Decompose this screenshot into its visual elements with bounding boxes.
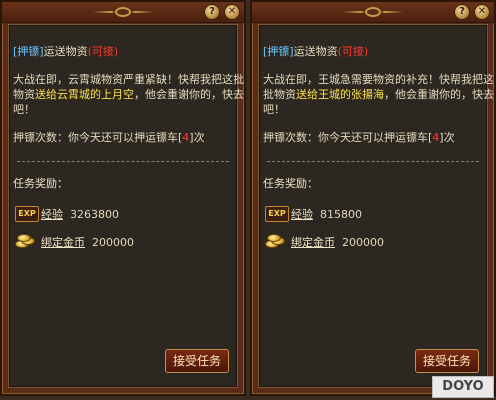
title-ornament bbox=[343, 6, 403, 18]
help-button[interactable]: ? bbox=[204, 4, 220, 20]
quest-status: (可接) bbox=[337, 45, 369, 58]
quest-content: [押镖]运送物资(可接) 大战在即，王城急需要物资的补充！快帮我把这 批物资送给… bbox=[258, 24, 494, 388]
gold-value: 200000 bbox=[92, 236, 134, 249]
divider bbox=[17, 161, 229, 162]
title-ornament bbox=[93, 6, 153, 18]
desc-text: ，他会重谢你的，快去 bbox=[384, 88, 494, 101]
escort-count-line: 押镖次数：你今天还可以押运镖车[4]次 bbox=[13, 131, 205, 144]
quest-desc-line3: 吧！ bbox=[263, 103, 285, 116]
escort-unit: 次 bbox=[443, 131, 455, 144]
panel-titlebar[interactable]: ? ✕ bbox=[2, 2, 244, 23]
exp-value: 3263800 bbox=[70, 208, 119, 221]
escort-count-line: 押镖次数：你今天还可以押运镖车[4]次 bbox=[263, 131, 455, 144]
gold-label[interactable]: 绑定金币 bbox=[291, 236, 335, 249]
gold-reward-line: 绑定金币 200000 bbox=[41, 234, 134, 250]
escort-label: 押镖次数： bbox=[263, 131, 318, 144]
quest-destination: 送给云霄城的上月空 bbox=[35, 88, 134, 101]
quest-desc-line1: 大战在即，云霄城物资严重紧缺！快帮我把这批 bbox=[13, 73, 244, 86]
escort-unit: 次 bbox=[193, 131, 205, 144]
reward-header: 任务奖励： bbox=[263, 177, 318, 190]
gold-reward-line: 绑定金币 200000 bbox=[291, 234, 384, 250]
watermark-logo: DOYO bbox=[432, 376, 494, 398]
escort-label: 押镖次数： bbox=[13, 131, 68, 144]
exp-reward-line: 经验 3263800 bbox=[41, 206, 119, 222]
exp-label[interactable]: 经验 bbox=[41, 208, 63, 221]
gold-coin-icon bbox=[15, 232, 35, 248]
quest-panel-right: ? ✕ [押镖]运送物资(可接) 大战在即，王城急需要物资的补充！快帮我把这 批… bbox=[250, 0, 496, 396]
quest-content: [押镖]运送物资(可接) 大战在即，云霄城物资严重紧缺！快帮我把这批 物资送给云… bbox=[8, 24, 244, 388]
quest-desc-line2: 批物资送给王城的张揚海，他会重谢你的，快去 bbox=[263, 86, 494, 102]
gold-coin-icon bbox=[265, 232, 285, 248]
escort-text: 你今天还可以押运镖车 bbox=[318, 131, 428, 144]
quest-title-line: [押镖]运送物资(可接) bbox=[13, 43, 118, 59]
exp-label[interactable]: 经验 bbox=[291, 208, 313, 221]
escort-text: 你今天还可以押运镖车 bbox=[68, 131, 178, 144]
quest-type-tag: 押镖 bbox=[267, 45, 290, 58]
desc-text: ，他会重谢你的，快去 bbox=[134, 88, 244, 101]
quest-desc-line2: 物资送给云霄城的上月空，他会重谢你的，快去 bbox=[13, 86, 244, 102]
gold-label[interactable]: 绑定金币 bbox=[41, 236, 85, 249]
accept-quest-button[interactable]: 接受任务 bbox=[165, 349, 229, 373]
exp-value: 815800 bbox=[320, 208, 362, 221]
desc-text: 批物资 bbox=[263, 88, 296, 101]
exp-icon: EXP bbox=[265, 206, 289, 222]
exp-reward-line: 经验 815800 bbox=[291, 206, 362, 222]
quest-panel-left: ? ✕ [押镖]运送物资(可接) 大战在即，云霄城物资严重紧缺！快帮我把这批 物… bbox=[0, 0, 246, 396]
quest-desc-line1: 大战在即，王城急需要物资的补充！快帮我把这 bbox=[263, 73, 494, 86]
accept-quest-button[interactable]: 接受任务 bbox=[415, 349, 479, 373]
quest-status: (可接) bbox=[87, 45, 119, 58]
quest-title: 运送物资 bbox=[43, 45, 88, 58]
exp-icon: EXP bbox=[15, 206, 39, 222]
gold-value: 200000 bbox=[342, 236, 384, 249]
quest-type-tag: 押镖 bbox=[17, 45, 40, 58]
quest-title-line: [押镖]运送物资(可接) bbox=[263, 43, 368, 59]
close-button[interactable]: ✕ bbox=[474, 4, 490, 20]
divider bbox=[267, 161, 479, 162]
quest-desc-line3: 吧！ bbox=[13, 103, 35, 116]
desc-text: 物资 bbox=[13, 88, 35, 101]
panel-titlebar[interactable]: ? ✕ bbox=[252, 2, 494, 23]
quest-title: 运送物资 bbox=[293, 45, 338, 58]
quest-destination: 送给王城的张揚海 bbox=[296, 88, 384, 101]
help-button[interactable]: ? bbox=[454, 4, 470, 20]
close-button[interactable]: ✕ bbox=[224, 4, 240, 20]
reward-header: 任务奖励： bbox=[13, 177, 68, 190]
